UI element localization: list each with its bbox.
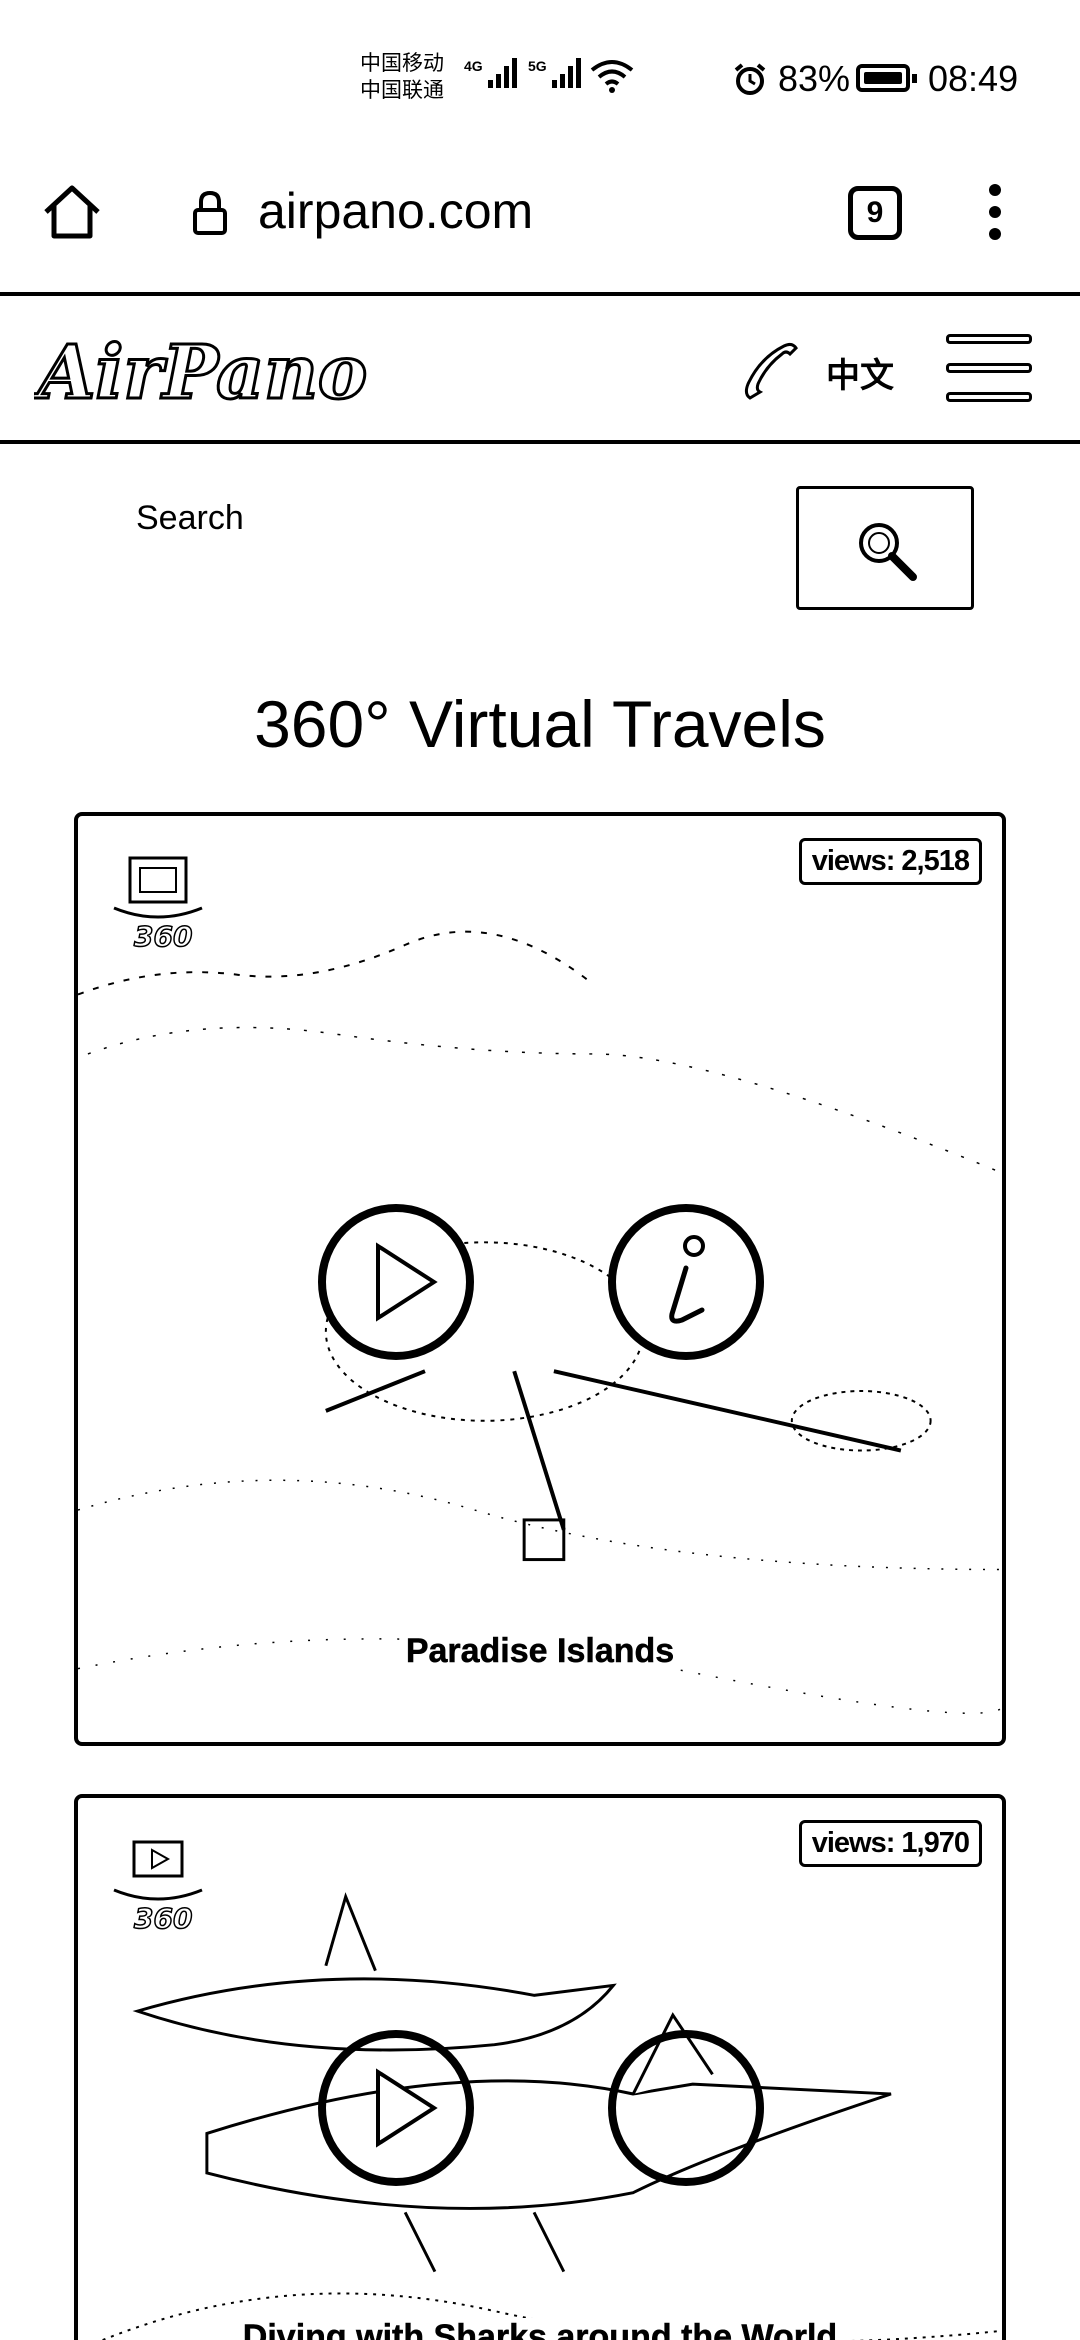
tour-title-text: Diving with Sharks around the World bbox=[238, 2318, 842, 2340]
carrier-2: 中国联通 bbox=[360, 79, 444, 102]
tour-thumbnail-image bbox=[78, 930, 1002, 1714]
status-bar: 中国移动 中国联通 4G 5G 83% 08:49 bbox=[0, 0, 1080, 150]
airpano-logo[interactable]: AirPano bbox=[31, 322, 404, 427]
more-menu-button[interactable] bbox=[980, 180, 1010, 244]
tour-title[interactable]: Paradise Islands bbox=[78, 1632, 1002, 1671]
page-title: 360° Virtual Travels bbox=[254, 687, 826, 761]
play-icon bbox=[376, 2068, 438, 2148]
phone-icon[interactable] bbox=[740, 340, 804, 404]
search-icon bbox=[859, 523, 917, 581]
svg-text:360: 360 bbox=[134, 1902, 192, 1934]
views-count-badge: views: 2,518 bbox=[798, 838, 982, 885]
battery-icon bbox=[856, 64, 917, 92]
views-count-badge: views: 1,970 bbox=[798, 1820, 982, 1867]
alarm-icon bbox=[734, 63, 766, 95]
signal-icon-1: 4G bbox=[464, 58, 517, 88]
search-input[interactable] bbox=[120, 478, 770, 558]
menu-line bbox=[946, 363, 1032, 373]
tour-card[interactable]: 360 views: 2,518 Paradise Islands bbox=[74, 812, 1006, 1746]
info-icon bbox=[683, 1235, 705, 1257]
home-button[interactable] bbox=[40, 180, 104, 244]
language-switch[interactable]: 中文 bbox=[826, 348, 894, 397]
lock-icon bbox=[193, 190, 227, 235]
wifi-icon bbox=[590, 60, 634, 93]
url-bar[interactable]: airpano.com bbox=[258, 182, 533, 240]
clock: 08:49 bbox=[928, 58, 1019, 99]
logo-text: AirPano bbox=[34, 330, 367, 416]
play-button[interactable] bbox=[316, 1202, 476, 1362]
menu-line bbox=[946, 334, 1032, 344]
search-button[interactable] bbox=[796, 486, 974, 610]
info-circle bbox=[608, 2030, 764, 2186]
network-type-1: 4G bbox=[464, 58, 483, 74]
hamburger-menu-button[interactable] bbox=[946, 334, 1032, 404]
more-dot bbox=[989, 206, 1001, 218]
tour-thumbnail-image bbox=[100, 1892, 1002, 2340]
signal-icon-2: 5G bbox=[528, 58, 581, 88]
video-360-icon: 360 bbox=[113, 1840, 203, 1934]
carrier-names: 中国移动 中国联通 bbox=[360, 50, 444, 104]
site-header: AirPano 中文 bbox=[0, 300, 1080, 444]
home-icon bbox=[44, 185, 100, 239]
browser-toolbar: airpano.com 9 bbox=[0, 150, 1080, 296]
info-button[interactable] bbox=[606, 1202, 766, 1362]
carrier-1: 中国移动 bbox=[360, 52, 444, 75]
info-button[interactable] bbox=[606, 2028, 766, 2188]
more-dot bbox=[989, 184, 1001, 196]
svg-text:360: 360 bbox=[134, 920, 192, 952]
search-bar bbox=[0, 448, 1080, 628]
play-button[interactable] bbox=[316, 2028, 476, 2188]
more-dot bbox=[989, 228, 1001, 240]
network-type-2: 5G bbox=[528, 58, 547, 74]
info-circle bbox=[608, 1204, 764, 1360]
panorama-360-icon: 360 bbox=[113, 856, 203, 952]
tour-title-text: Paradise Islands bbox=[401, 1632, 679, 1670]
tab-switcher-button[interactable]: 9 bbox=[848, 186, 902, 240]
menu-line bbox=[946, 392, 1032, 402]
tour-title[interactable]: Diving with Sharks around the World bbox=[78, 2318, 1002, 2340]
battery-percent: 83% bbox=[778, 58, 851, 99]
tour-card[interactable]: 360 views: 1,970 Diving with Sharks arou… bbox=[74, 1794, 1006, 2340]
